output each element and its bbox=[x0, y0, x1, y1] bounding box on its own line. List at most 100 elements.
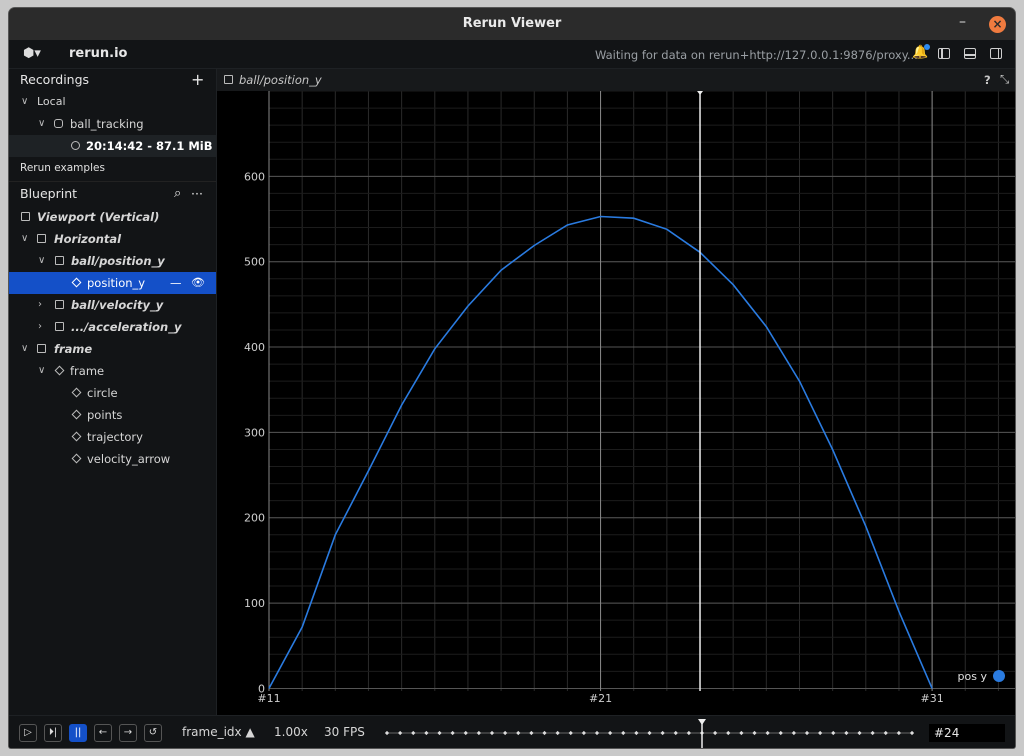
view-tab-title[interactable]: ball/position_y bbox=[239, 73, 322, 87]
remove-entity-button[interactable]: — bbox=[170, 272, 182, 294]
keyframe-marker bbox=[804, 730, 810, 736]
keyframe-marker bbox=[398, 730, 403, 736]
entity-icon bbox=[71, 431, 82, 442]
keyframe-marker bbox=[870, 730, 875, 736]
local-group[interactable]: ∨ Local bbox=[9, 91, 216, 113]
blueprint-item-label: frame bbox=[54, 342, 93, 356]
search-icon[interactable]: ⌕ bbox=[174, 183, 181, 205]
blueprint-item-frame-entity[interactable]: ∨ frame bbox=[9, 360, 216, 382]
timeline-selector[interactable]: frame_idx ▲ bbox=[182, 725, 255, 739]
help-button[interactable]: ? bbox=[984, 73, 991, 87]
y-tick-label: 300 bbox=[244, 426, 265, 439]
keyframe-marker bbox=[818, 730, 823, 736]
rerun-examples-label: Rerun examples bbox=[20, 162, 105, 174]
app-id-label: ball_tracking bbox=[70, 117, 144, 131]
connection-status: Waiting for data on rerun+http://127.0.0… bbox=[595, 48, 918, 62]
step-back-button[interactable]: ← bbox=[94, 724, 112, 742]
playback-fps[interactable]: 30 FPS bbox=[324, 725, 365, 739]
keyframe-marker bbox=[516, 730, 521, 736]
blueprint-item-velocity-arrow[interactable]: velocity_arrow bbox=[9, 448, 216, 470]
blueprint-item-acceleration-view[interactable]: › .../acceleration_y bbox=[9, 316, 216, 338]
recording-item[interactable]: 20:14:42 - 87.1 MiB bbox=[9, 135, 216, 157]
keyframe-marker bbox=[555, 730, 560, 736]
entity-icon bbox=[71, 453, 82, 464]
scrubber-cursor-handle[interactable] bbox=[698, 719, 706, 725]
keyframe-marker bbox=[660, 730, 665, 736]
keyframe-marker bbox=[909, 730, 915, 736]
chevron-down-icon: ∨ bbox=[21, 343, 29, 354]
playback-speed[interactable]: 1.00x bbox=[274, 725, 308, 739]
chevron-right-icon: › bbox=[38, 299, 42, 310]
chevron-down-icon: ∨ bbox=[21, 96, 29, 107]
chevron-right-icon: › bbox=[38, 321, 42, 332]
rerun-examples-link[interactable]: Rerun examples bbox=[9, 157, 216, 179]
keyframe-marker bbox=[463, 730, 468, 736]
entity-icon bbox=[54, 365, 65, 376]
blueprint-item-label: Horizontal bbox=[54, 232, 122, 246]
plot-area[interactable]: 0 100 200 300 400 500 600 #11 #21 #31 pos y bbox=[217, 90, 1015, 715]
blueprint-item-viewport[interactable]: Viewport (Vertical) bbox=[9, 206, 216, 228]
blueprint-item-position-view[interactable]: ∨ ball/position_y bbox=[9, 250, 216, 272]
window-titlebar: Rerun Viewer – × bbox=[9, 8, 1015, 40]
viewport-vertical-icon bbox=[21, 212, 30, 221]
keyframe-marker bbox=[726, 730, 731, 736]
keyframe-marker bbox=[476, 730, 481, 736]
timeseries-view-icon bbox=[55, 256, 64, 265]
x-tick-label: #11 bbox=[257, 692, 280, 705]
legend-swatch[interactable] bbox=[993, 670, 1005, 682]
play-button[interactable]: ▷ bbox=[19, 724, 37, 742]
keyframe-marker bbox=[673, 730, 678, 736]
left-panel: Recordings + ∨ Local ∨ ball_tracking 20:… bbox=[9, 69, 217, 715]
blueprint-item-frame-view[interactable]: ∨ frame bbox=[9, 338, 216, 360]
blueprint-item-position-entity[interactable]: position_y — 👁 bbox=[9, 272, 216, 294]
keyframe-marker bbox=[713, 730, 718, 736]
keyframe-marker bbox=[411, 730, 416, 736]
recordings-title: Recordings bbox=[20, 72, 90, 87]
current-frame-input[interactable]: #24 bbox=[929, 724, 1005, 742]
visibility-eye-icon[interactable]: 👁 bbox=[191, 272, 205, 294]
blueprint-item-label: velocity_arrow bbox=[87, 452, 171, 466]
blueprint-item-velocity-view[interactable]: › ball/velocity_y bbox=[9, 294, 216, 316]
keyframe-marker bbox=[581, 730, 586, 736]
y-tick-label: 200 bbox=[244, 512, 265, 525]
rerun-viewer-window: Rerun Viewer – × ⬢▾ rerun.io Waiting for… bbox=[9, 8, 1015, 748]
pause-button[interactable]: || bbox=[69, 724, 87, 742]
keyframe-marker bbox=[791, 730, 796, 736]
toggle-left-panel-icon[interactable] bbox=[938, 48, 950, 59]
chevron-down-icon: ∨ bbox=[38, 365, 46, 376]
close-button[interactable]: × bbox=[989, 16, 1006, 33]
divider bbox=[9, 181, 216, 182]
app-name-link[interactable]: rerun.io bbox=[69, 46, 127, 61]
keyframe-marker bbox=[608, 730, 613, 736]
step-forward-button[interactable]: ⏵| bbox=[44, 724, 62, 742]
blueprint-item-circle[interactable]: circle bbox=[9, 382, 216, 404]
toggle-right-panel-icon[interactable] bbox=[990, 48, 1002, 59]
keyframe-marker bbox=[542, 730, 547, 736]
blueprint-item-trajectory[interactable]: trajectory bbox=[9, 426, 216, 448]
blueprint-item-horizontal[interactable]: ∨ Horizontal bbox=[9, 228, 216, 250]
keyframe-marker bbox=[489, 730, 495, 736]
entity-icon bbox=[71, 387, 82, 398]
horizontal-container-icon bbox=[37, 234, 46, 243]
timeseries-view-icon bbox=[55, 300, 64, 309]
loop-button[interactable]: ↺ bbox=[144, 724, 162, 742]
blueprint-item-points[interactable]: points bbox=[9, 404, 216, 426]
position-y-chart[interactable]: 0100200300400500600#11 #21 #31pos y bbox=[217, 90, 1015, 715]
time-scrubber[interactable] bbox=[377, 716, 922, 748]
collapse-view-icon[interactable]: ⤡ bbox=[1000, 72, 1009, 87]
chevron-down-icon: ∨ bbox=[38, 255, 46, 266]
step-next-button[interactable]: → bbox=[119, 724, 137, 742]
app-item-ball-tracking[interactable]: ∨ ball_tracking bbox=[9, 113, 216, 135]
blueprint-item-label: ball/velocity_y bbox=[71, 298, 164, 312]
toggle-bottom-panel-icon[interactable] bbox=[964, 48, 976, 59]
minimize-button[interactable]: – bbox=[959, 14, 966, 30]
y-tick-label: 100 bbox=[244, 597, 265, 610]
keyframe-marker bbox=[686, 730, 691, 736]
add-recording-button[interactable]: + bbox=[191, 69, 204, 91]
blueprint-item-label: circle bbox=[87, 386, 118, 400]
rerun-logo-icon[interactable]: ⬢▾ bbox=[23, 46, 41, 61]
x-tick-label: #31 bbox=[921, 692, 944, 705]
more-options-icon[interactable]: ··· bbox=[191, 183, 203, 205]
keyframe-marker bbox=[621, 730, 626, 736]
keyframe-marker bbox=[568, 730, 573, 736]
